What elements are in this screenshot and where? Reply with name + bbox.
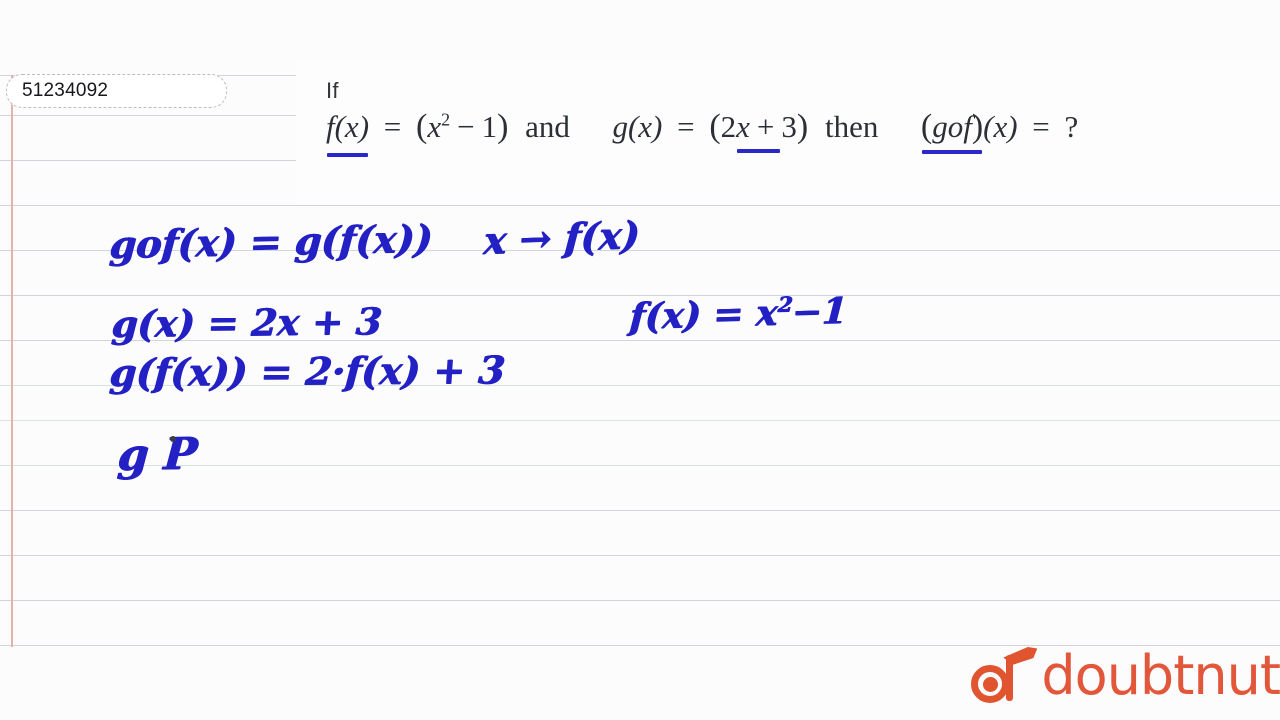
function-f-label: f(x) <box>326 109 370 144</box>
open-paren-f: ( <box>416 108 428 145</box>
question-card: If f(x) = (x2−1) and g(x) = (2x +3) then … <box>296 62 1280 205</box>
worksheet-page: If f(x) = (x2−1) and g(x) = (2x +3) then … <box>0 0 1280 720</box>
conjunction-and: and <box>525 109 570 144</box>
constant-three: 3 <box>781 109 797 144</box>
margin-rule <box>11 75 13 647</box>
f-def-pre: f(x) = x <box>628 291 779 339</box>
close-paren-f: ) <box>497 108 509 145</box>
equals-sign-3: = <box>1032 109 1050 144</box>
handwriting-line-3: g(f(x)) = 2·f(x) + 3 <box>108 347 507 396</box>
exponent-2: 2 <box>441 109 451 130</box>
plus-sign: + <box>756 109 775 144</box>
open-paren-g: ( <box>709 108 721 145</box>
constant-one: 1 <box>481 109 498 144</box>
question-id-value: 51234092 <box>22 80 109 101</box>
doubtnut-mark-icon <box>969 645 1038 707</box>
composition-gof: gof <box>932 109 972 144</box>
close-paren-g: ) <box>796 108 809 145</box>
question-mark: ? <box>1064 109 1079 144</box>
open-paren-comp: ( <box>920 108 933 145</box>
rule-line <box>0 555 1280 556</box>
equals-sign-1: = <box>383 109 402 144</box>
question-prefix: If <box>326 78 339 103</box>
variable-x-f: x <box>427 109 442 144</box>
rule-line <box>0 115 296 116</box>
handwriting-f-definition: f(x) = x2−1 <box>629 290 849 338</box>
rule-line <box>0 420 1280 421</box>
conjunction-then: then <box>824 109 879 144</box>
rule-line <box>0 510 1280 511</box>
function-g-label: g(x) <box>612 109 663 144</box>
handwriting-line-2: g(x) = 2x + 3 <box>110 299 384 347</box>
f-def-post: −1 <box>790 289 849 334</box>
equals-sign-2: = <box>677 109 695 144</box>
handwriting-line-1: gof(x) = g(f(x)) <box>108 215 435 268</box>
rule-line <box>0 205 1280 206</box>
pen-cursor-dot <box>170 436 176 442</box>
doubtnut-wordmark: doubtnut <box>1041 644 1280 707</box>
question-id-chip[interactable]: 51234092 <box>6 74 227 108</box>
close-paren-comp: ) <box>971 108 984 145</box>
doubtnut-logo: doubtnut <box>969 642 1280 710</box>
question-statement: f(x) = (x2−1) and g(x) = (2x +3) then (go… <box>326 108 1079 157</box>
handwriting-mapping: x → f(x) <box>482 211 642 264</box>
composition-argument: (x) <box>983 109 1018 144</box>
coefficient-two: 2 <box>720 109 737 144</box>
handwriting-line-4: g P <box>116 428 199 482</box>
minus-sign: − <box>457 109 475 144</box>
variable-x-g: x <box>736 109 750 144</box>
rule-line <box>0 160 296 161</box>
rule-line <box>0 600 1280 601</box>
